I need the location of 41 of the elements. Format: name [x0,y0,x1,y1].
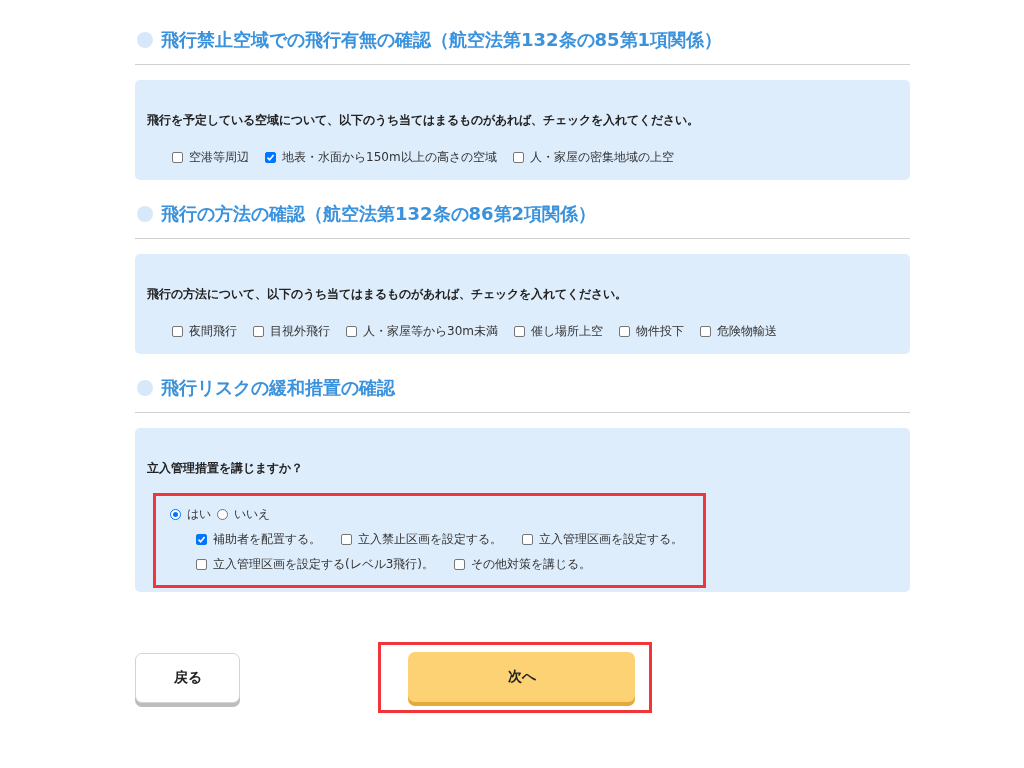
checkbox[interactable] [699,326,711,337]
option-label[interactable]: 目視外飛行 [270,323,330,340]
option-label[interactable]: 人・家屋等から30m未満 [363,323,498,340]
section-title: 飛行リスクの緩和措置の確認 [161,376,395,400]
option-label[interactable]: 物件投下 [635,323,684,340]
checkbox[interactable] [253,326,264,337]
checkbox[interactable] [346,326,357,337]
circle-icon [137,380,153,396]
option-label[interactable]: 人・家屋の密集地域の上空 [529,149,674,166]
checkbox[interactable] [172,152,183,163]
checkbox[interactable] [196,534,207,545]
section-title: 飛行の方法の確認（航空法第132条の86第2項関係） [161,202,597,226]
option-label[interactable]: 立入禁止区画を設定する。 [358,531,502,548]
checkbox[interactable] [196,559,207,570]
radio-button[interactable] [217,509,228,520]
option-label[interactable]: 補助者を配置する。 [213,531,321,548]
question-text: 立入管理措置を講じますか？ [147,460,304,477]
question-text: 飛行の方法について、以下のうち当てはまるものがあれば、チェックを入れてください。 [147,286,628,303]
checkbox[interactable] [513,326,525,337]
option-label[interactable]: その他対策を講じる。 [471,556,591,573]
checkbox[interactable] [618,326,630,337]
question-text: 飛行を予定している空域について、以下のうち当てはまるものがあれば、チェックを入れてください。 [147,112,700,129]
circle-icon [137,206,153,222]
checkbox[interactable] [265,152,276,163]
circle-icon [137,32,153,48]
checkbox[interactable] [172,326,183,337]
option-label[interactable]: 立入管理区画を設定する(レベル3飛行)。 [213,556,434,573]
option-label[interactable]: 立入管理区画を設定する。 [539,531,683,548]
option-label[interactable]: 地表・水面から150m以上の高さの空域 [282,149,497,166]
radio-label[interactable]: はい [187,506,211,523]
checkbox[interactable] [454,559,465,570]
radio-label[interactable]: いいえ [234,506,270,523]
section-title: 飛行禁止空域での飛行有無の確認（航空法第132条の85第1項関係） [161,28,723,52]
checkbox[interactable] [341,534,352,545]
option-label[interactable]: 夜間飛行 [189,323,237,340]
checkbox[interactable] [512,152,524,163]
option-label[interactable]: 危険物輸送 [716,323,777,340]
radio-button[interactable] [170,509,181,520]
option-label[interactable]: 催し場所上空 [530,323,603,340]
option-label[interactable]: 空港等周辺 [189,149,249,166]
checkbox[interactable] [522,534,533,545]
